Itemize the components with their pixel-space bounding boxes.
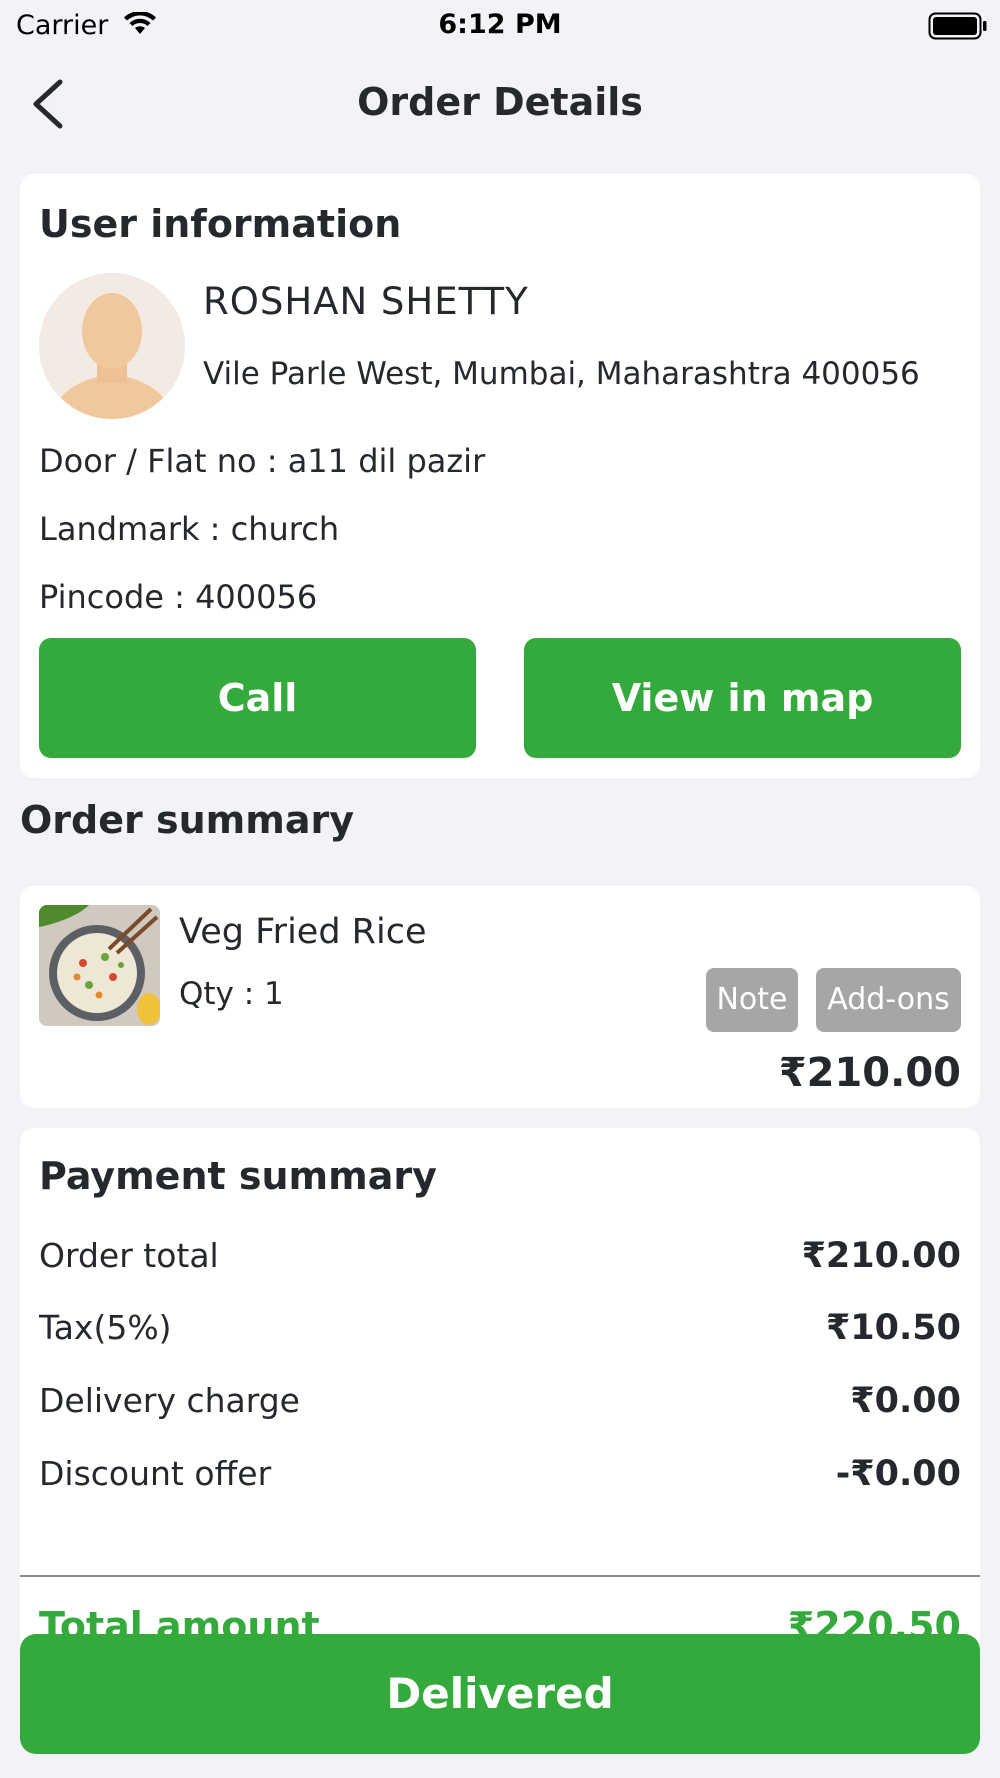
food-item-quantity: Qty : 1 — [179, 976, 284, 1012]
avatar — [39, 273, 185, 419]
clock-time: 6:12 PM — [438, 9, 562, 40]
order-total-row: Order total ₹210.00 — [39, 1236, 961, 1286]
payment-summary-card: Payment summary Order total ₹210.00 Tax(… — [20, 1128, 980, 1688]
delivery-charge-label: Delivery charge — [39, 1381, 300, 1420]
page-title: Order Details — [357, 80, 643, 124]
discount-value: -₹0.00 — [835, 1454, 961, 1494]
delivery-charge-value: ₹0.00 — [850, 1381, 961, 1421]
battery-icon — [928, 12, 988, 44]
landmark: Landmark : church — [39, 510, 340, 548]
pincode: Pincode : 400056 — [39, 578, 318, 616]
tax-value: ₹10.50 — [825, 1308, 961, 1348]
food-item-name: Veg Fried Rice — [179, 912, 427, 952]
order-total-value: ₹210.00 — [801, 1236, 961, 1276]
customer-name: ROSHAN SHETTY — [203, 280, 529, 323]
divider — [20, 1575, 980, 1577]
tax-label: Tax(5%) — [39, 1308, 172, 1347]
delivered-button[interactable]: Delivered — [20, 1634, 980, 1754]
status-bar: Carrier 6:12 PM — [0, 0, 1000, 50]
user-avatar-icon — [39, 273, 185, 419]
door-flat-number: Door / Flat no : a11 dil pazir — [39, 442, 486, 480]
customer-address: Vile Parle West, Mumbai, Maharashtra 400… — [203, 356, 920, 392]
view-in-map-button[interactable]: View in map — [524, 638, 961, 758]
user-info-card: User information ROSHAN SHETTY Vile Parl… — [20, 174, 980, 778]
user-info-title: User information — [39, 202, 402, 246]
order-summary-title: Order summary — [20, 798, 355, 842]
discount-row: Discount offer -₹0.00 — [39, 1454, 961, 1504]
tax-row: Tax(5%) ₹10.50 — [39, 1308, 961, 1358]
navigation-bar: Order Details — [0, 60, 1000, 144]
food-image — [39, 905, 160, 1026]
order-item-card: Veg Fried Rice Qty : 1 Note Add-ons ₹210… — [20, 886, 980, 1108]
call-button[interactable]: Call — [39, 638, 476, 758]
food-item-price: ₹210.00 — [778, 1050, 961, 1096]
discount-label: Discount offer — [39, 1454, 272, 1493]
order-total-label: Order total — [39, 1236, 219, 1275]
delivery-charge-row: Delivery charge ₹0.00 — [39, 1381, 961, 1431]
payment-summary-title: Payment summary — [39, 1154, 437, 1198]
note-button[interactable]: Note — [706, 968, 798, 1032]
addons-button[interactable]: Add-ons — [816, 968, 961, 1032]
